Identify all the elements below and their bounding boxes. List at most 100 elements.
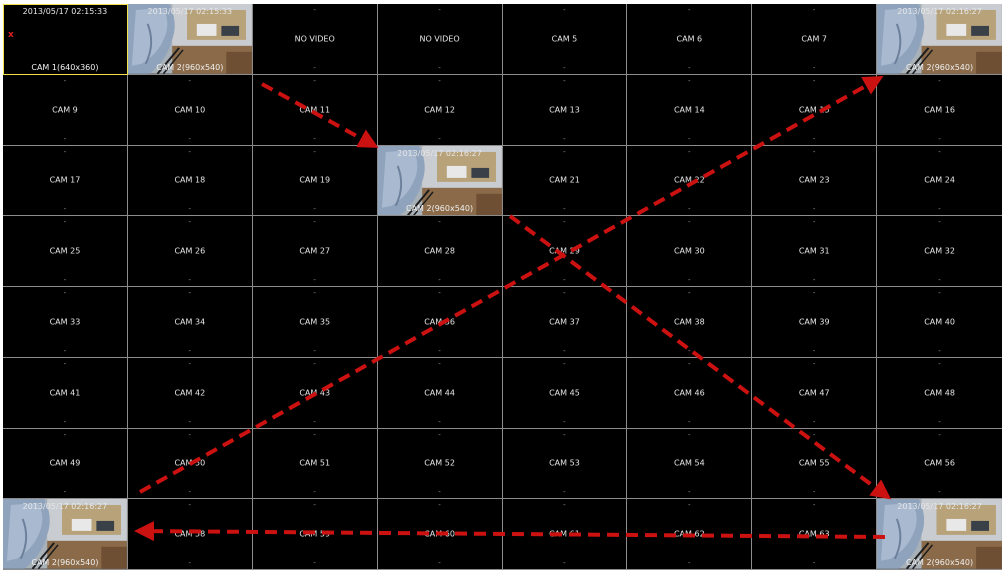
placeholder-mark-top: -	[563, 6, 566, 14]
placeholder-mark-bottom: -	[688, 346, 691, 355]
camera-tile-57[interactable]: 2013/05/17 02:16:27 CAM 2(960x540)	[3, 499, 128, 570]
camera-label: CAM 50	[174, 458, 206, 468]
camera-caption: CAM 1(640x360)	[31, 62, 99, 72]
camera-tile-34[interactable]: - CAM 34 -	[127, 287, 253, 358]
placeholder-mark-bottom: -	[438, 346, 441, 355]
camera-tile-18[interactable]: - CAM 18 -	[127, 145, 253, 217]
camera-tile-61[interactable]: - CAM 61 -	[502, 499, 628, 570]
timestamp-overlay: 2013/05/17 02:16:27	[897, 7, 982, 16]
camera-tile-37[interactable]: - CAM 37 -	[502, 287, 628, 358]
camera-tile-41[interactable]: - CAM 41 -	[3, 357, 128, 429]
camera-tile-4[interactable]: - NO VIDEO -	[377, 4, 503, 75]
camera-tile-50[interactable]: - CAM 50 -	[127, 428, 253, 500]
camera-tile-51[interactable]: - CAM 51 -	[252, 428, 378, 500]
camera-tile-43[interactable]: - CAM 43 -	[252, 357, 378, 429]
camera-tile-22[interactable]: - CAM 22 -	[627, 145, 753, 217]
camera-tile-40[interactable]: - CAM 40 -	[877, 287, 1002, 358]
placeholder-mark-bottom: -	[188, 488, 192, 497]
camera-tile-8[interactable]: 2013/05/17 02:16:27 CAM 2(960x540)	[877, 4, 1002, 75]
camera-tile-2[interactable]: 2013/05/17 02:15:33 CAM 2(960x540)	[127, 4, 253, 75]
camera-tile-25[interactable]: - CAM 25 -	[3, 216, 128, 287]
camera-tile-55[interactable]: - CAM 55 -	[752, 428, 878, 500]
camera-tile-15[interactable]: - CAM 15 -	[752, 74, 878, 146]
camera-tile-26[interactable]: - CAM 26 -	[127, 216, 253, 287]
camera-tile-11[interactable]: - CAM 11 -	[252, 74, 378, 146]
placeholder-mark-bottom: -	[438, 488, 441, 497]
placeholder-mark-bottom: -	[938, 346, 941, 355]
placeholder-mark-top: -	[313, 147, 316, 156]
camera-tile-38[interactable]: - CAM 38 -	[627, 287, 753, 358]
camera-tile-56[interactable]: - CAM 56 -	[877, 428, 1002, 500]
placeholder-mark-bottom: -	[188, 559, 192, 567]
placeholder-mark-top: -	[563, 289, 566, 297]
placeholder-mark-top: -	[812, 6, 816, 14]
placeholder-mark-bottom: -	[812, 276, 816, 284]
camera-label: CAM 61	[549, 529, 580, 539]
camera-tile-12[interactable]: - CAM 12 -	[377, 74, 503, 146]
camera-tile-9[interactable]: - CAM 9 -	[3, 74, 128, 146]
camera-label: CAM 25	[49, 246, 81, 256]
camera-tile-28[interactable]: - CAM 28 -	[377, 216, 503, 287]
camera-tile-1[interactable]: 2013/05/17 02:15:33 х CAM 1(640x360)	[3, 4, 128, 75]
camera-tile-32[interactable]: - CAM 32 -	[877, 216, 1002, 287]
camera-tile-63[interactable]: - CAM 63 -	[752, 499, 878, 570]
placeholder-mark-bottom: -	[812, 417, 816, 426]
camera-tile-49[interactable]: - CAM 49 -	[3, 428, 128, 500]
placeholder-mark-bottom: -	[563, 346, 566, 355]
camera-label: CAM 14	[673, 105, 705, 115]
camera-tile-17[interactable]: - CAM 17 -	[3, 145, 128, 217]
camera-tile-29[interactable]: - CAM 29 -	[502, 216, 628, 287]
camera-tile-52[interactable]: - CAM 52 -	[377, 428, 503, 500]
placeholder-mark-top: -	[812, 430, 816, 439]
placeholder-mark-top: -	[313, 501, 316, 510]
camera-tile-6[interactable]: - CAM 6 -	[627, 4, 753, 75]
camera-tile-48[interactable]: - CAM 48 -	[877, 357, 1002, 429]
placeholder-mark-bottom: -	[938, 417, 941, 426]
placeholder-mark-top: -	[188, 430, 192, 439]
placeholder-mark-top: -	[438, 6, 441, 14]
camera-tile-60[interactable]: - CAM 60 -	[377, 499, 503, 570]
placeholder-mark-bottom: -	[313, 346, 316, 355]
camera-tile-30[interactable]: - CAM 30 -	[627, 216, 753, 287]
camera-tile-27[interactable]: - CAM 27 -	[252, 216, 378, 287]
camera-tile-7[interactable]: - CAM 7 -	[752, 4, 878, 75]
camera-tile-35[interactable]: - CAM 35 -	[252, 287, 378, 358]
camera-tile-64[interactable]: 2013/05/17 02:16:27 CAM 2(960x540)	[877, 499, 1002, 570]
placeholder-mark-bottom: -	[938, 134, 941, 143]
placeholder-mark-bottom: -	[563, 63, 566, 72]
camera-label: CAM 60	[424, 529, 455, 539]
camera-tile-23[interactable]: - CAM 23 -	[752, 145, 878, 217]
camera-tile-46[interactable]: - CAM 46 -	[627, 357, 753, 429]
camera-tile-44[interactable]: - CAM 44 -	[377, 357, 503, 429]
camera-tile-45[interactable]: - CAM 45 -	[502, 357, 628, 429]
camera-tile-54[interactable]: - CAM 54 -	[627, 428, 753, 500]
camera-tile-58[interactable]: - CAM 58 -	[127, 499, 253, 570]
placeholder-mark-bottom: -	[688, 417, 691, 426]
placeholder-mark-top: -	[688, 430, 691, 439]
camera-tile-13[interactable]: - CAM 13 -	[502, 74, 628, 146]
camera-tile-31[interactable]: - CAM 31 -	[752, 216, 878, 287]
placeholder-mark-bottom: -	[313, 276, 316, 284]
camera-tile-62[interactable]: - CAM 62 -	[627, 499, 753, 570]
placeholder-mark-top: -	[63, 359, 67, 368]
camera-grid: 2013/05/17 02:15:33 х CAM 1(640x360) 2013/…	[3, 4, 1002, 570]
camera-tile-53[interactable]: - CAM 53 -	[502, 428, 628, 500]
camera-tile-20[interactable]: 2013/05/17 02:16:27 CAM 2(960x540)	[377, 145, 503, 217]
placeholder-mark-top: -	[63, 147, 67, 156]
camera-tile-16[interactable]: - CAM 16 -	[877, 74, 1002, 146]
camera-tile-5[interactable]: - CAM 5 -	[502, 4, 628, 75]
camera-tile-33[interactable]: - CAM 33 -	[3, 287, 128, 358]
camera-tile-14[interactable]: - CAM 14 -	[627, 74, 753, 146]
camera-tile-36[interactable]: - CAM 36 -	[377, 287, 503, 358]
camera-tile-47[interactable]: - CAM 47 -	[752, 357, 878, 429]
camera-label: NO VIDEO	[419, 34, 460, 44]
camera-tile-39[interactable]: - CAM 39 -	[752, 287, 878, 358]
camera-tile-59[interactable]: - CAM 59 -	[252, 499, 378, 570]
camera-tile-24[interactable]: - CAM 24 -	[877, 145, 1002, 217]
camera-tile-3[interactable]: - NO VIDEO -	[252, 4, 378, 75]
camera-tile-42[interactable]: - CAM 42 -	[127, 357, 253, 429]
camera-tile-21[interactable]: - CAM 21 -	[502, 145, 628, 217]
camera-tile-19[interactable]: - CAM 19 -	[252, 145, 378, 217]
placeholder-mark-top: -	[188, 147, 192, 156]
camera-tile-10[interactable]: - CAM 10 -	[127, 74, 253, 146]
